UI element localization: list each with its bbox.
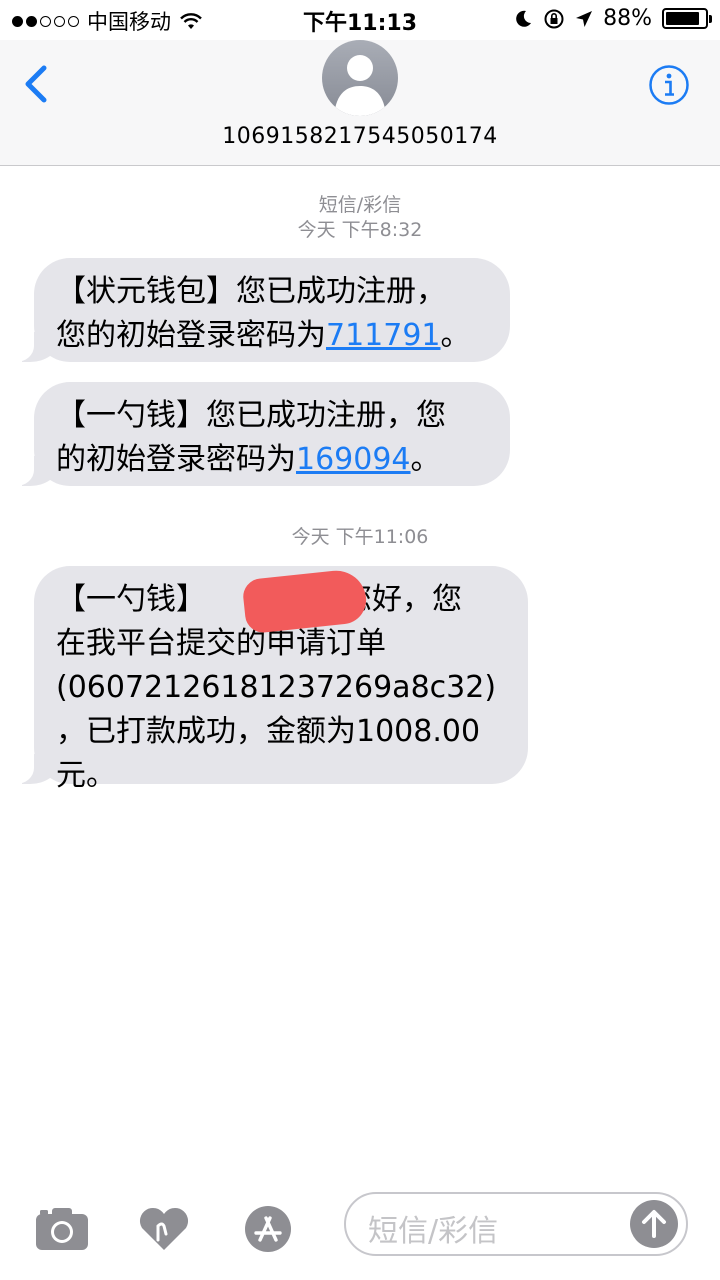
message-input-placeholder: 短信/彩信 (368, 1214, 499, 1249)
battery-icon (662, 8, 712, 29)
info-icon[interactable] (648, 64, 690, 106)
message-timestamp: 今天 下午11:06 (291, 526, 429, 548)
back-chevron-icon[interactable] (18, 64, 58, 104)
message-text: 。 (440, 318, 471, 353)
message-bubble[interactable]: 【一勺钱】您已成功注册，您 的初始登录密码为169094。 (12, 382, 510, 486)
message-line: ，已打款成功，金额为1008.00 (56, 714, 481, 749)
message-line: 的初始登录密码为169094。 (56, 438, 488, 482)
status-bar: 中国移动 下午11:13 88% (0, 0, 720, 40)
password-code-link[interactable]: 169094 (296, 442, 411, 477)
send-arrow-icon (642, 1210, 666, 1238)
message-bubble[interactable]: 【一勺钱】 您好，您 在我平台提交的申请订单 (06072126181237269… (12, 566, 528, 793)
message-timestamp: 今天 下午8:32 (297, 219, 423, 241)
orientation-lock-icon (544, 9, 564, 28)
digital-touch-icon[interactable] (136, 1204, 192, 1254)
service-label: 短信/彩信 (318, 194, 402, 216)
app-store-icon[interactable] (240, 1204, 296, 1254)
message-bubble[interactable]: 【状元钱包】您已成功注册， 您的初始登录密码为711791。 (12, 258, 510, 362)
message-line: (06072126181237269a8c32) (56, 670, 497, 705)
message-text: 。 (410, 442, 441, 477)
camera-icon[interactable] (34, 1204, 90, 1254)
message-line: 您的初始登录密码为711791。 (56, 314, 488, 358)
conversation-header: 1069158217545050174 (0, 40, 720, 166)
message-line: 【状元钱包】您已成功注册， (56, 274, 446, 309)
send-button[interactable] (630, 1200, 678, 1248)
contact-number[interactable]: 1069158217545050174 (0, 124, 720, 149)
message-text: 您的初始登录密码为 (56, 318, 326, 353)
message-line: 【一勺钱】您已成功注册，您 (56, 398, 446, 433)
person-silhouette-icon (334, 55, 386, 116)
contact-avatar[interactable] (322, 40, 398, 116)
message-text: 的初始登录密码为 (56, 442, 296, 477)
status-right: 88% (513, 6, 712, 31)
moon-icon (516, 10, 532, 27)
message-text: 【一勺钱】 (56, 582, 206, 617)
message-line: 元。 (56, 758, 116, 793)
messages-screen: 中国移动 下午11:13 88% 1069158217545050174 短信/… (0, 0, 720, 1280)
battery-percent: 88% (603, 6, 652, 31)
location-arrow-icon (576, 10, 593, 27)
message-input[interactable]: 短信/彩信 (344, 1192, 688, 1256)
compose-bar: 短信/彩信 (0, 1184, 720, 1280)
password-code-link[interactable]: 711791 (326, 318, 441, 353)
